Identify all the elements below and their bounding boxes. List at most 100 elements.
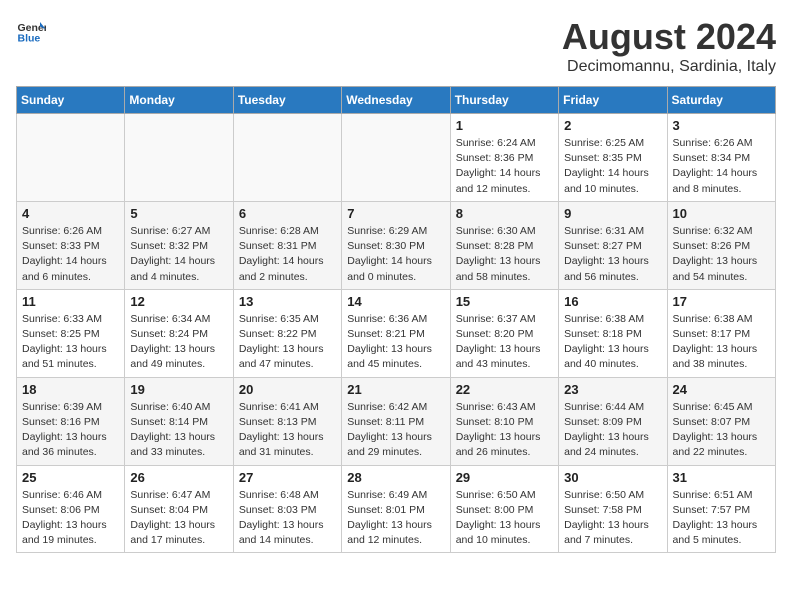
day-info: Sunrise: 6:38 AM Sunset: 8:18 PM Dayligh… <box>564 312 661 373</box>
calendar-cell <box>342 114 450 202</box>
day-info: Sunrise: 6:28 AM Sunset: 8:31 PM Dayligh… <box>239 224 336 285</box>
calendar-cell: 18 Sunrise: 6:39 AM Sunset: 8:16 PM Dayli… <box>17 377 125 465</box>
day-info: Sunrise: 6:38 AM Sunset: 8:17 PM Dayligh… <box>673 312 770 373</box>
day-number: 14 <box>347 294 444 309</box>
calendar-cell: 29 Sunrise: 6:50 AM Sunset: 8:00 PM Dayli… <box>450 465 558 553</box>
day-number: 27 <box>239 470 336 485</box>
day-number: 23 <box>564 382 661 397</box>
calendar-cell: 3 Sunrise: 6:26 AM Sunset: 8:34 PM Daylig… <box>667 114 775 202</box>
day-info: Sunrise: 6:36 AM Sunset: 8:21 PM Dayligh… <box>347 312 444 373</box>
calendar-cell: 2 Sunrise: 6:25 AM Sunset: 8:35 PM Daylig… <box>559 114 667 202</box>
day-number: 18 <box>22 382 119 397</box>
day-number: 10 <box>673 206 770 221</box>
subtitle: Decimomannu, Sardinia, Italy <box>562 58 776 76</box>
col-header-thursday: Thursday <box>450 87 558 114</box>
day-number: 7 <box>347 206 444 221</box>
logo-icon: General Blue <box>16 16 46 46</box>
day-info: Sunrise: 6:50 AM Sunset: 7:58 PM Dayligh… <box>564 488 661 549</box>
day-number: 1 <box>456 118 553 133</box>
calendar-cell: 25Sunrise: 6:46 AM Sunset: 8:06 PM Dayli… <box>17 465 125 553</box>
calendar-cell <box>125 114 233 202</box>
logo: General Blue <box>16 16 46 46</box>
day-number: 3 <box>673 118 770 133</box>
day-info: Sunrise: 6:44 AM Sunset: 8:09 PM Dayligh… <box>564 400 661 461</box>
day-info: Sunrise: 6:40 AM Sunset: 8:14 PM Dayligh… <box>130 400 227 461</box>
col-header-tuesday: Tuesday <box>233 87 341 114</box>
day-number: 20 <box>239 382 336 397</box>
day-info: Sunrise: 6:32 AM Sunset: 8:26 PM Dayligh… <box>673 224 770 285</box>
day-number: 28 <box>347 470 444 485</box>
col-header-monday: Monday <box>125 87 233 114</box>
calendar-cell: 26 Sunrise: 6:47 AM Sunset: 8:04 PM Dayli… <box>125 465 233 553</box>
calendar-cell: 11 Sunrise: 6:33 AM Sunset: 8:25 PM Dayli… <box>17 289 125 377</box>
day-info: Sunrise: 6:45 AM Sunset: 8:07 PM Dayligh… <box>673 400 770 461</box>
day-info: Sunrise: 6:34 AM Sunset: 8:24 PM Dayligh… <box>130 312 227 373</box>
calendar-cell: 1 Sunrise: 6:24 AM Sunset: 8:36 PM Daylig… <box>450 114 558 202</box>
header: General Blue August 2024 Decimomannu, Sa… <box>16 16 776 76</box>
day-info: Sunrise: 6:25 AM Sunset: 8:35 PM Dayligh… <box>564 136 661 197</box>
day-info: Sunrise: 6:35 AM Sunset: 8:22 PM Dayligh… <box>239 312 336 373</box>
day-number: 5 <box>130 206 227 221</box>
day-info: Sunrise: 6:33 AM Sunset: 8:25 PM Dayligh… <box>22 312 119 373</box>
main-title: August 2024 <box>562 16 776 58</box>
day-number: 2 <box>564 118 661 133</box>
day-info: Sunrise: 6:29 AM Sunset: 8:30 PM Dayligh… <box>347 224 444 285</box>
day-number: 4 <box>22 206 119 221</box>
calendar-cell: 6 Sunrise: 6:28 AM Sunset: 8:31 PM Daylig… <box>233 201 341 289</box>
day-info: Sunrise: 6:31 AM Sunset: 8:27 PM Dayligh… <box>564 224 661 285</box>
calendar-cell: 30 Sunrise: 6:50 AM Sunset: 7:58 PM Dayli… <box>559 465 667 553</box>
col-header-sunday: Sunday <box>17 87 125 114</box>
calendar-cell: 12 Sunrise: 6:34 AM Sunset: 8:24 PM Dayli… <box>125 289 233 377</box>
calendar-cell: 27Sunrise: 6:48 AM Sunset: 8:03 PM Dayli… <box>233 465 341 553</box>
calendar-cell: 8Sunrise: 6:30 AM Sunset: 8:28 PM Daylig… <box>450 201 558 289</box>
day-number: 25 <box>22 470 119 485</box>
day-number: 12 <box>130 294 227 309</box>
day-number: 19 <box>130 382 227 397</box>
day-number: 17 <box>673 294 770 309</box>
week-row-5: 25Sunrise: 6:46 AM Sunset: 8:06 PM Dayli… <box>17 465 776 553</box>
day-info: Sunrise: 6:24 AM Sunset: 8:36 PM Dayligh… <box>456 136 553 197</box>
day-info: Sunrise: 6:30 AM Sunset: 8:28 PM Dayligh… <box>456 224 553 285</box>
calendar-cell: 20Sunrise: 6:41 AM Sunset: 8:13 PM Dayli… <box>233 377 341 465</box>
day-number: 13 <box>239 294 336 309</box>
calendar-cell: 23 Sunrise: 6:44 AM Sunset: 8:09 PM Dayli… <box>559 377 667 465</box>
col-header-friday: Friday <box>559 87 667 114</box>
calendar-cell <box>17 114 125 202</box>
title-area: August 2024 Decimomannu, Sardinia, Italy <box>562 16 776 76</box>
day-number: 11 <box>22 294 119 309</box>
calendar-cell: 17 Sunrise: 6:38 AM Sunset: 8:17 PM Dayli… <box>667 289 775 377</box>
day-info: Sunrise: 6:50 AM Sunset: 8:00 PM Dayligh… <box>456 488 553 549</box>
day-info: Sunrise: 6:39 AM Sunset: 8:16 PM Dayligh… <box>22 400 119 461</box>
day-number: 31 <box>673 470 770 485</box>
calendar-cell: 24Sunrise: 6:45 AM Sunset: 8:07 PM Dayli… <box>667 377 775 465</box>
calendar-cell: 28 Sunrise: 6:49 AM Sunset: 8:01 PM Dayli… <box>342 465 450 553</box>
col-header-wednesday: Wednesday <box>342 87 450 114</box>
calendar-cell: 19 Sunrise: 6:40 AM Sunset: 8:14 PM Dayli… <box>125 377 233 465</box>
calendar-cell <box>233 114 341 202</box>
day-number: 21 <box>347 382 444 397</box>
calendar-cell: 21 Sunrise: 6:42 AM Sunset: 8:11 PM Dayli… <box>342 377 450 465</box>
calendar-cell: 5 Sunrise: 6:27 AM Sunset: 8:32 PM Daylig… <box>125 201 233 289</box>
calendar-cell: 7 Sunrise: 6:29 AM Sunset: 8:30 PM Daylig… <box>342 201 450 289</box>
calendar-cell: 14 Sunrise: 6:36 AM Sunset: 8:21 PM Dayli… <box>342 289 450 377</box>
day-info: Sunrise: 6:47 AM Sunset: 8:04 PM Dayligh… <box>130 488 227 549</box>
header-row: SundayMondayTuesdayWednesdayThursdayFrid… <box>17 87 776 114</box>
day-number: 29 <box>456 470 553 485</box>
week-row-2: 4Sunrise: 6:26 AM Sunset: 8:33 PM Daylig… <box>17 201 776 289</box>
day-info: Sunrise: 6:42 AM Sunset: 8:11 PM Dayligh… <box>347 400 444 461</box>
day-number: 6 <box>239 206 336 221</box>
day-info: Sunrise: 6:49 AM Sunset: 8:01 PM Dayligh… <box>347 488 444 549</box>
day-info: Sunrise: 6:51 AM Sunset: 7:57 PM Dayligh… <box>673 488 770 549</box>
day-number: 9 <box>564 206 661 221</box>
svg-text:Blue: Blue <box>18 33 41 45</box>
day-info: Sunrise: 6:43 AM Sunset: 8:10 PM Dayligh… <box>456 400 553 461</box>
day-number: 26 <box>130 470 227 485</box>
calendar-cell: 22Sunrise: 6:43 AM Sunset: 8:10 PM Dayli… <box>450 377 558 465</box>
calendar-cell: 15Sunrise: 6:37 AM Sunset: 8:20 PM Dayli… <box>450 289 558 377</box>
calendar-table: SundayMondayTuesdayWednesdayThursdayFrid… <box>16 86 776 553</box>
day-number: 30 <box>564 470 661 485</box>
week-row-1: 1 Sunrise: 6:24 AM Sunset: 8:36 PM Daylig… <box>17 114 776 202</box>
day-info: Sunrise: 6:27 AM Sunset: 8:32 PM Dayligh… <box>130 224 227 285</box>
calendar-cell: 10 Sunrise: 6:32 AM Sunset: 8:26 PM Dayli… <box>667 201 775 289</box>
day-info: Sunrise: 6:26 AM Sunset: 8:34 PM Dayligh… <box>673 136 770 197</box>
